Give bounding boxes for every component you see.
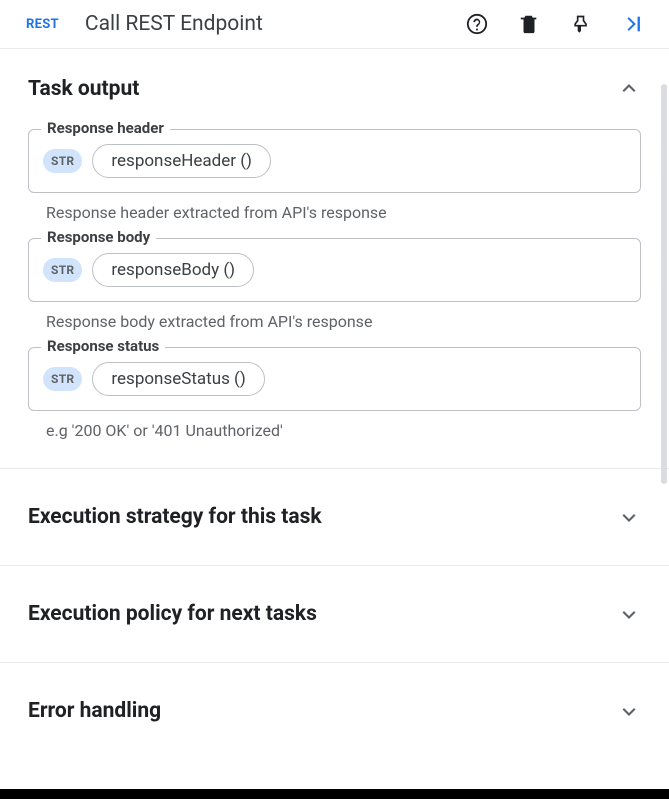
chevron-down-icon (617, 505, 641, 529)
field-legend: Response header (41, 119, 170, 137)
field-hint: Response body extracted from API's respo… (46, 312, 641, 331)
error-handling-title: Error handling (28, 699, 161, 723)
field-hint: Response header extracted from API's res… (46, 203, 641, 222)
variable-chip[interactable]: responseStatus () (92, 362, 264, 396)
error-handling-section: Error handling (0, 663, 669, 759)
type-badge: STR (43, 367, 82, 391)
chevron-down-icon (617, 602, 641, 626)
config-panel: Task output Response header STR response… (0, 48, 669, 759)
error-handling-header[interactable]: Error handling (28, 699, 641, 723)
field-legend: Response body (41, 228, 156, 246)
header: REST Call REST Endpoint (0, 0, 669, 48)
page-title: Call REST Endpoint (85, 12, 449, 36)
execution-strategy-header[interactable]: Execution strategy for this task (28, 505, 641, 529)
response-body-field: Response body STR responseBody () Respon… (28, 238, 641, 331)
variable-chip[interactable]: responseBody () (92, 253, 254, 287)
field-legend: Response status (41, 337, 165, 355)
header-actions (465, 12, 645, 36)
response-header-box[interactable]: Response header STR responseHeader () (28, 129, 641, 193)
chevron-down-icon (617, 699, 641, 723)
response-status-field: Response status STR responseStatus () e.… (28, 347, 641, 440)
execution-policy-title: Execution policy for next tasks (28, 602, 317, 626)
pin-icon[interactable] (569, 12, 593, 36)
chevron-up-icon (617, 77, 641, 101)
task-output-title: Task output (28, 77, 139, 101)
rest-badge: REST (26, 17, 59, 32)
help-icon[interactable] (465, 12, 489, 36)
scrollbar[interactable] (661, 84, 667, 799)
type-badge: STR (43, 258, 82, 282)
execution-policy-header[interactable]: Execution policy for next tasks (28, 602, 641, 626)
bottom-strip (0, 789, 669, 799)
delete-icon[interactable] (517, 12, 541, 36)
response-body-box[interactable]: Response body STR responseBody () (28, 238, 641, 302)
type-badge: STR (43, 149, 82, 173)
execution-strategy-title: Execution strategy for this task (28, 505, 322, 529)
collapse-panel-icon[interactable] (621, 12, 645, 36)
scrollbar-thumb[interactable] (661, 84, 667, 484)
response-header-field: Response header STR responseHeader () Re… (28, 129, 641, 222)
execution-policy-section: Execution policy for next tasks (0, 566, 669, 663)
task-output-fields: Response header STR responseHeader () Re… (28, 129, 641, 440)
execution-strategy-section: Execution strategy for this task (0, 469, 669, 566)
task-output-section: Task output Response header STR response… (0, 49, 669, 469)
variable-chip[interactable]: responseHeader () (92, 144, 271, 178)
response-status-box[interactable]: Response status STR responseStatus () (28, 347, 641, 411)
task-output-header[interactable]: Task output (28, 77, 641, 101)
field-hint: e.g '200 OK' or '401 Unauthorized' (46, 421, 641, 440)
